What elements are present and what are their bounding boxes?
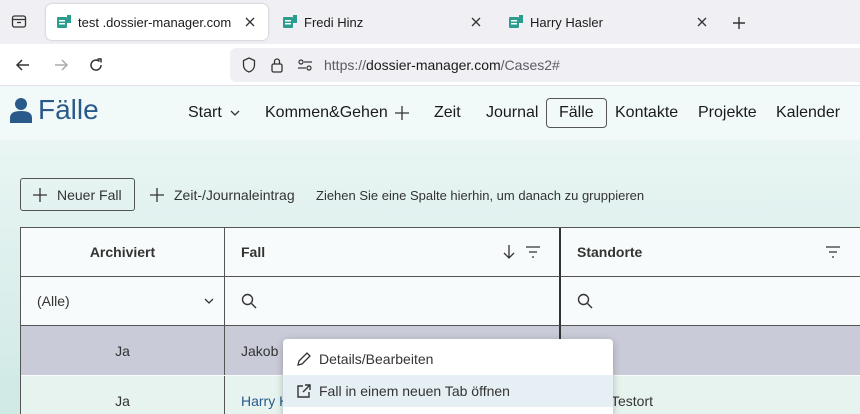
url-scheme: https:// — [324, 57, 367, 73]
dossier-favicon-icon — [283, 15, 297, 28]
menu-label: Kalender — [776, 104, 841, 121]
menu-label: Zeit — [434, 104, 461, 121]
column-header-standorte[interactable]: Standorte — [561, 228, 860, 277]
search-icon — [241, 293, 257, 309]
search-icon — [577, 293, 593, 309]
menu-faelle[interactable]: Fälle — [546, 98, 607, 128]
filter-icon[interactable] — [525, 246, 541, 258]
dossier-favicon-icon — [57, 15, 71, 28]
menu-kommen-gehen[interactable]: Kommen&Gehen — [265, 98, 388, 128]
close-tab-icon[interactable] — [240, 12, 260, 32]
lock-icon[interactable] — [268, 56, 286, 74]
app-logo: Fälle — [10, 94, 99, 126]
context-open-new-tab[interactable]: Fall in einem neuen Tab öffnen — [283, 375, 613, 407]
new-tab-plus-icon[interactable] — [728, 12, 750, 34]
browser-tab-strip: test .dossier-manager.com Fredi Hinz Har… — [0, 0, 860, 44]
filter-value: (Alle) — [37, 293, 70, 309]
menu-start[interactable]: Start — [188, 98, 240, 128]
menu-kontakte[interactable]: Kontakte — [615, 98, 678, 128]
tab-title: test .dossier-manager.com — [78, 14, 232, 30]
page-title: Fälle — [38, 94, 99, 125]
browser-tab-fredi[interactable]: Fredi Hinz — [272, 4, 494, 40]
browser-tab-harry[interactable]: Harry Hasler — [498, 4, 720, 40]
chevron-down-icon — [204, 298, 214, 304]
pencil-icon — [295, 350, 313, 368]
column-title: Archiviert — [89, 244, 156, 260]
menu-label: Start — [188, 104, 222, 121]
forward-arrow-icon[interactable] — [50, 54, 72, 76]
time-entry-label: Zeit-/Journaleintrag — [174, 187, 295, 203]
filter-fall-search[interactable] — [225, 277, 561, 326]
filter-archived-select[interactable]: (Alle) — [21, 277, 225, 326]
menu-label: Fälle — [559, 104, 594, 121]
menu-projekte[interactable]: Projekte — [698, 98, 757, 128]
reload-icon[interactable] — [85, 54, 107, 76]
url-text[interactable]: https://dossier-manager.com/Cases2# — [324, 57, 560, 73]
row-context-menu: Details/Bearbeiten Fall in einem neuen T… — [283, 339, 613, 414]
close-tab-icon[interactable] — [692, 12, 712, 32]
plus-icon — [33, 187, 47, 202]
tab-title: Fredi Hinz — [304, 14, 364, 30]
shield-icon[interactable] — [240, 56, 258, 74]
add-plus-icon[interactable] — [395, 98, 409, 128]
menu-label: Kommen&Gehen — [265, 104, 388, 121]
filter-standorte-search[interactable] — [561, 277, 860, 326]
time-journal-entry-button[interactable]: Zeit-/Journaleintrag — [150, 184, 295, 206]
new-case-button[interactable]: Neuer Fall — [20, 178, 135, 211]
cell-archiviert: Ja — [21, 376, 225, 414]
browser-nav-bar: https://dossier-manager.com/Cases2# — [0, 44, 860, 86]
sort-descending-icon[interactable] — [503, 244, 515, 260]
new-case-label: Neuer Fall — [57, 186, 122, 203]
external-link-icon — [295, 382, 313, 400]
menu-label: Journal — [486, 104, 539, 121]
plus-icon — [150, 188, 164, 202]
column-title: Standorte — [577, 244, 643, 260]
close-tab-icon[interactable] — [466, 12, 486, 32]
tab-title: Harry Hasler — [530, 14, 603, 30]
cell-archiviert: Ja — [21, 326, 225, 375]
url-host: dossier-manager.com — [366, 57, 501, 73]
column-title: Fall — [241, 244, 266, 260]
menu-zeit[interactable]: Zeit — [434, 98, 461, 128]
address-bar[interactable]: https://dossier-manager.com/Cases2# — [230, 48, 860, 82]
person-icon — [10, 98, 32, 123]
context-item-label: Details/Bearbeiten — [319, 351, 434, 367]
browser-tab-test[interactable]: test .dossier-manager.com — [46, 4, 268, 40]
chevron-down-icon — [230, 110, 240, 116]
back-arrow-icon[interactable] — [12, 54, 34, 76]
app-header: Fälle Start Kommen&Gehen Zeit Journal Fä… — [0, 86, 860, 140]
group-panel-hint[interactable]: Ziehen Sie eine Spalte hierhin, um danac… — [316, 188, 644, 203]
column-header-fall[interactable]: Fall — [225, 228, 561, 277]
column-header-archiviert[interactable]: Archiviert — [21, 228, 225, 277]
menu-label: Projekte — [698, 104, 757, 121]
menu-label: Kontakte — [615, 104, 679, 121]
permissions-icon[interactable] — [296, 56, 314, 74]
url-path: /Cases2# — [500, 57, 560, 73]
menu-journal[interactable]: Journal — [486, 98, 538, 128]
context-details-edit[interactable]: Details/Bearbeiten — [283, 343, 613, 375]
tab-list-icon[interactable] — [8, 10, 30, 32]
menu-kalender[interactable]: Kalender — [776, 98, 840, 128]
dossier-favicon-icon — [509, 15, 523, 28]
context-item-label: Fall in einem neuen Tab öffnen — [319, 383, 510, 399]
filter-icon[interactable] — [825, 246, 841, 258]
